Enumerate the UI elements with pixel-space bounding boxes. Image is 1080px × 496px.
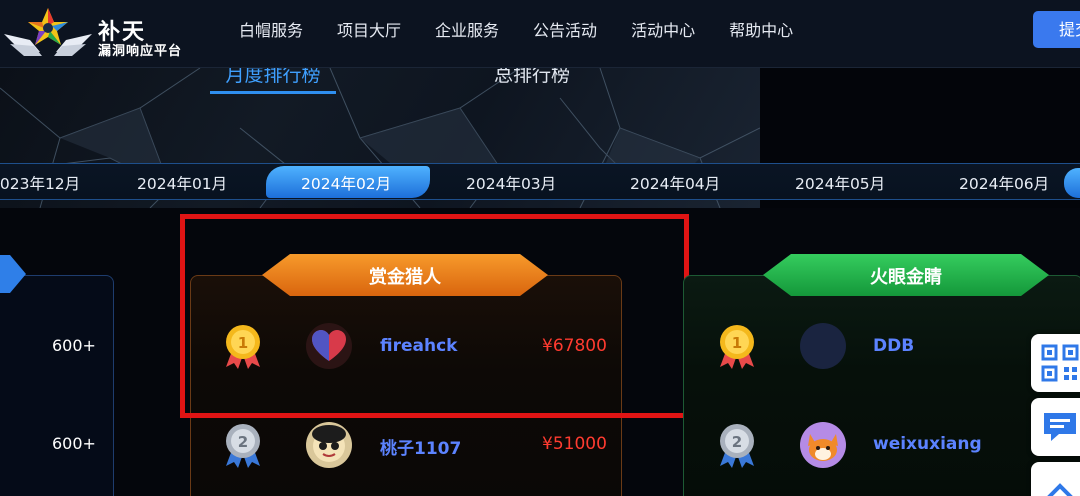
left-score: 600+	[52, 434, 96, 453]
svg-text:1: 1	[732, 334, 742, 352]
cartoon-avatar-icon	[312, 425, 346, 462]
nav-item-announcements[interactable]: 公告活动	[516, 0, 614, 62]
nav-item-enterprise-services[interactable]: 企业服务	[418, 0, 516, 62]
month-selector: 2023年12月 2024年01月 2024年02月 2024年03月 2024…	[0, 163, 1080, 200]
sharp-eye-ribbon: 火眼金睛	[763, 254, 1049, 296]
svg-text:2: 2	[732, 433, 742, 451]
chat-icon	[1044, 413, 1076, 441]
username-link[interactable]: 桃子1107	[380, 434, 461, 459]
sharp-eye-title: 火眼金睛	[870, 267, 942, 288]
nav-item-activity-center[interactable]: 活动中心	[614, 0, 712, 62]
left-score: 600+	[52, 336, 96, 355]
brand-subtitle: 漏洞响应平台	[98, 44, 183, 59]
month-item[interactable]: 2024年06月	[959, 172, 1049, 194]
brand-logo[interactable]: 补天 漏洞响应平台	[0, 4, 200, 64]
month-next-indicator[interactable]	[1064, 168, 1080, 198]
gold-medal-icon: 1	[720, 325, 754, 369]
silver-medal-icon: 2	[720, 424, 754, 468]
month-item[interactable]: 2024年04月	[630, 172, 720, 194]
month-item[interactable]: 2023年12月	[0, 172, 80, 194]
silver-medal-icon: 2	[226, 424, 260, 468]
tab-total-ranking[interactable]: 总排行榜	[494, 68, 570, 94]
month-active-label: 2024年02月	[301, 175, 392, 193]
chat-button[interactable]	[1031, 398, 1080, 456]
username-link[interactable]: weixuxiang	[873, 434, 982, 454]
month-item[interactable]: 2024年05月	[795, 172, 885, 194]
username-link[interactable]: DDB	[873, 336, 914, 356]
avatar[interactable]	[800, 323, 846, 369]
submit-button[interactable]: 提交	[1033, 11, 1080, 48]
logo-emblem-icon	[4, 8, 92, 56]
chevron-up-icon	[1047, 483, 1073, 496]
highlight-box	[180, 214, 689, 418]
nav-item-project-hall[interactable]: 项目大厅	[320, 0, 418, 62]
nav-item-help-center[interactable]: 帮助中心	[712, 0, 810, 62]
qrcode-icon	[1041, 344, 1079, 382]
fox-avatar-icon	[808, 434, 838, 461]
nav-item-whitehat-services[interactable]: 白帽服务	[222, 0, 320, 62]
qrcode-button[interactable]	[1031, 334, 1080, 392]
main-nav: 白帽服务 项目大厅 企业服务 公告活动 活动中心 帮助中心	[222, 0, 810, 62]
top-navbar: 补天 漏洞响应平台 白帽服务 项目大厅 企业服务 公告活动 活动中心 帮助中心 …	[0, 0, 1080, 68]
month-item[interactable]: 2024年03月	[466, 172, 556, 194]
blue-ribbon-arrow-icon	[0, 255, 26, 293]
avatar[interactable]	[306, 422, 352, 468]
svg-text:2: 2	[238, 433, 248, 451]
back-to-top-button[interactable]	[1031, 462, 1080, 496]
month-item-active[interactable]: 2024年02月	[266, 166, 430, 198]
reward-amount: ¥51000	[542, 434, 607, 454]
avatar[interactable]	[800, 422, 846, 468]
ranking-panel-left	[0, 275, 114, 496]
tab-monthly-ranking[interactable]: 月度排行榜	[210, 68, 336, 94]
month-item[interactable]: 2024年01月	[137, 172, 227, 194]
